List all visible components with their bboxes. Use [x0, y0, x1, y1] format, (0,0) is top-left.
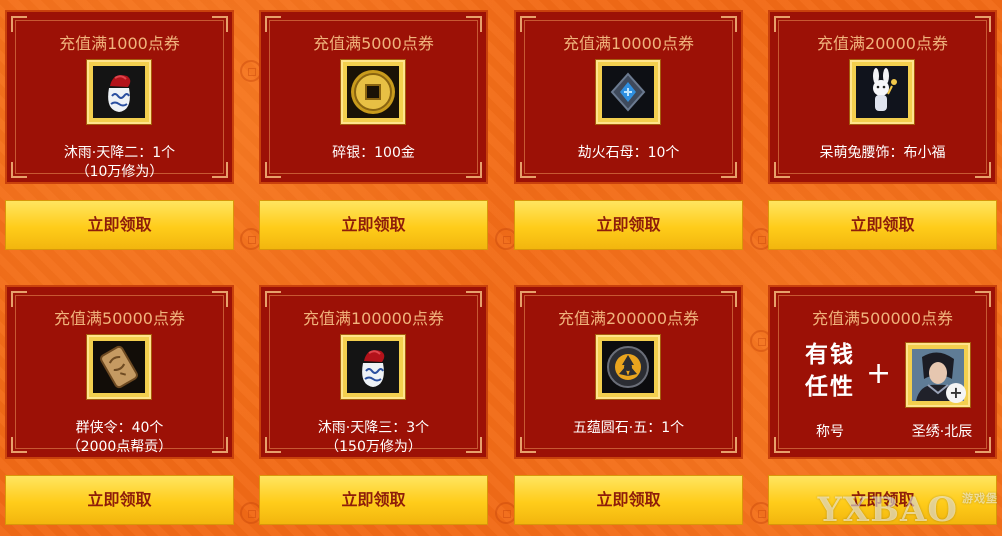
item-slot[interactable]: [596, 335, 660, 399]
reward-line: 劫火石母：10个: [577, 145, 680, 161]
claim-button[interactable]: 立即领取: [514, 200, 743, 250]
claim-button[interactable]: 立即领取: [5, 200, 234, 250]
gold-coin-icon: [347, 66, 399, 118]
rabbit-pendant-icon: [856, 66, 908, 118]
item-slot[interactable]: [596, 60, 660, 124]
reward-line: 碎银：100金: [332, 145, 415, 161]
claim-button[interactable]: 立即领取: [768, 200, 997, 250]
watermark-sub: 游戏堡: [962, 492, 998, 505]
item-slot[interactable]: [341, 335, 405, 399]
five-elements-stone-icon: [602, 341, 654, 393]
reward-threshold-title: 充值满200000点券: [557, 309, 700, 328]
site-watermark: YXBAO 游戏堡: [818, 490, 998, 530]
title-calligraphy: 有钱任性: [805, 341, 855, 400]
reward-card-100000: 充值满100000点券 沐雨·天降三：3个 （150万修为）: [259, 285, 488, 459]
reward-line: 群侠令：40个: [75, 420, 164, 436]
reward-card-50000: 充值满50000点券 群侠令：40个 （2000点帮贡）: [5, 285, 234, 459]
token-plaque-icon: [93, 341, 145, 393]
reward-line: 沐雨·天降二：1个: [63, 145, 176, 161]
reward-card-5000: 充值满5000点券 碎银：100金: [259, 10, 488, 184]
claim-button[interactable]: 立即领取: [5, 475, 234, 525]
reward-description: 五蕴圆石·五：1个: [516, 419, 741, 438]
reward-threshold-title: 充值满1000点券: [59, 34, 180, 53]
item-slot[interactable]: [341, 60, 405, 124]
wine-jar-icon: [347, 341, 399, 393]
reward-threshold-title: 充值满5000点券: [313, 34, 434, 53]
reward-card-500000: 充值满500000点券 有钱任性 + + 称号 圣绣·北辰: [768, 285, 997, 459]
reward-line: 五蕴圆石·五：1个: [572, 420, 685, 436]
item-slot[interactable]: [87, 60, 151, 124]
claim-button[interactable]: 立即领取: [259, 475, 488, 525]
reward-threshold-title: 充值满10000点券: [563, 34, 694, 53]
watermark-text: YXBAO: [817, 490, 958, 530]
reward-card-1000: 充值满1000点券 沐雨·天降二：1个 （10万修为）: [5, 10, 234, 184]
claim-button[interactable]: 立即领取: [514, 475, 743, 525]
reward-line: （10万修为）: [75, 164, 164, 180]
reward-line: 称号: [816, 424, 844, 440]
reward-description: 沐雨·天降三：3个 （150万修为）: [261, 419, 486, 457]
crystal-stone-icon: [602, 66, 654, 118]
reward-line: 圣绣·北辰: [911, 424, 973, 440]
expand-plus-icon[interactable]: +: [946, 383, 966, 403]
wine-jar-icon: [93, 66, 145, 118]
reward-description: 碎银：100金: [261, 144, 486, 163]
reward-card-200000: 充值满200000点券 五蕴圆石·五：1个: [514, 285, 743, 459]
reward-threshold-title: 充值满20000点券: [817, 34, 948, 53]
reward-card-10000: 充值满10000点券 劫火石母：10个: [514, 10, 743, 184]
claim-button[interactable]: 立即领取: [259, 200, 488, 250]
reward-description: 劫火石母：10个: [516, 144, 741, 163]
reward-threshold-title: 充值满500000点券: [811, 309, 954, 328]
reward-threshold-title: 充值满50000点券: [54, 309, 185, 328]
reward-description: 沐雨·天降二：1个 （10万修为）: [7, 144, 232, 182]
plus-icon: +: [866, 356, 892, 391]
reward-card-20000: 充值满20000点券 呆萌兔腰饰：布小福: [768, 10, 997, 184]
reward-line: 沐雨·天降三：3个: [317, 420, 430, 436]
reward-line: （2000点帮贡）: [66, 439, 173, 455]
item-slot[interactable]: +: [906, 343, 970, 407]
item-slot[interactable]: [87, 335, 151, 399]
item-slot[interactable]: [850, 60, 914, 124]
reward-description: 群侠令：40个 （2000点帮贡）: [7, 419, 232, 457]
reward-description: 呆萌兔腰饰：布小福: [770, 144, 995, 163]
reward-line: 呆萌兔腰饰：布小福: [819, 145, 946, 161]
reward-threshold-title: 充值满100000点券: [302, 309, 445, 328]
reward-line: （150万修为）: [325, 439, 422, 455]
